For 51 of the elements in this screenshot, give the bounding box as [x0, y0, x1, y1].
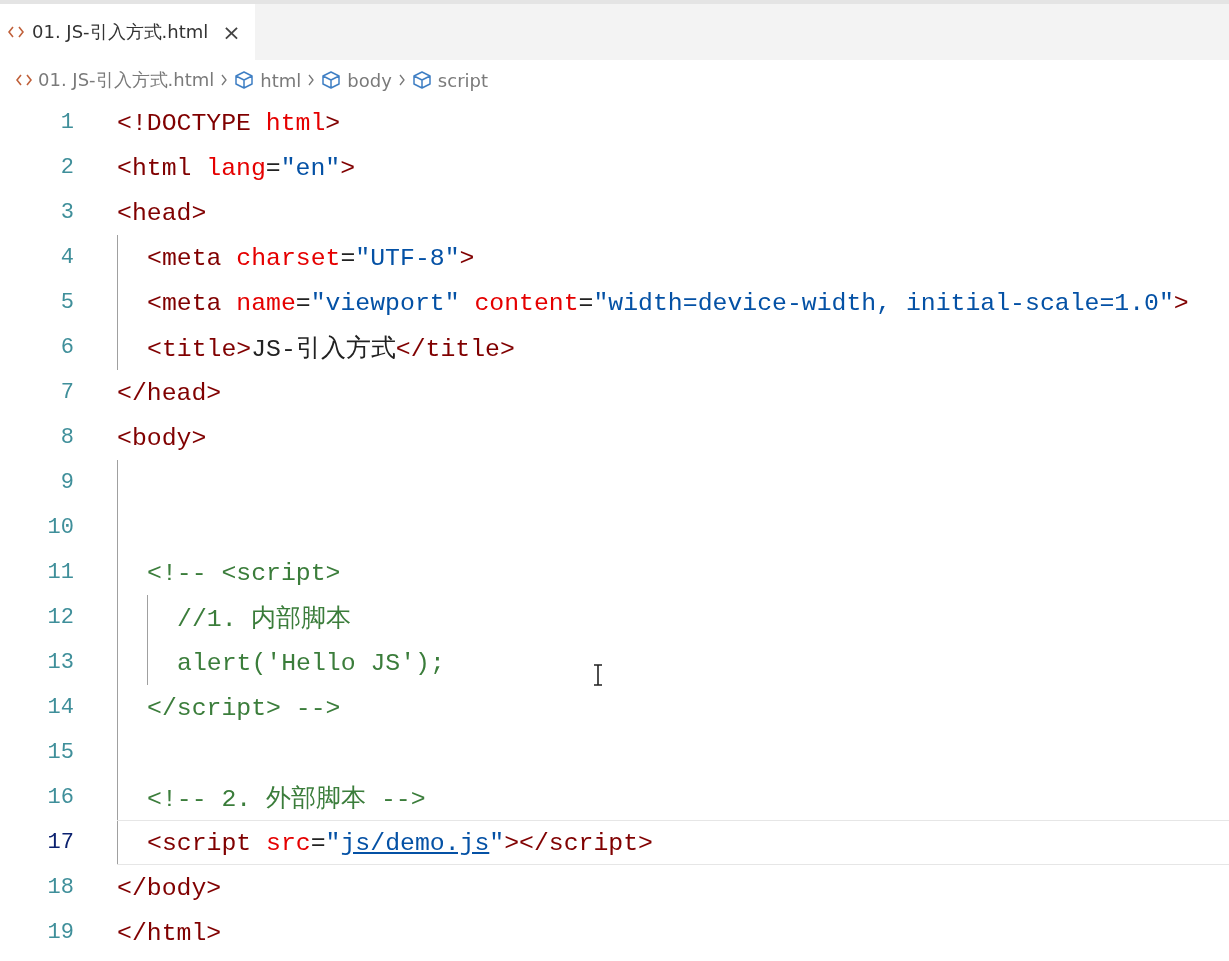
line-number: 13: [46, 650, 74, 675]
tab-label: 01. JS-引入方式.html: [32, 20, 209, 44]
cube-icon: [321, 70, 342, 90]
line-number: 16: [46, 785, 74, 810]
line-number: 1: [59, 110, 74, 135]
code-line: <!-- 2. 外部脚本 -->: [147, 784, 426, 814]
code-line: <body>: [117, 423, 207, 452]
code-line: </html>: [117, 918, 222, 947]
code-line: </body>: [117, 873, 222, 902]
line-number: 9: [59, 470, 74, 495]
chevron-icon: [220, 74, 229, 86]
code-line: </script> -->: [147, 693, 341, 722]
cube-icon: [234, 70, 255, 90]
code-line: alert('Hello JS');: [177, 648, 445, 677]
code-brackets-icon: [8, 26, 24, 38]
line-number: 15: [46, 740, 74, 765]
code-line: <!-- <script>: [147, 558, 341, 587]
cube-icon: [411, 70, 432, 90]
line-number: 11: [46, 560, 74, 585]
code-line: <meta charset="UTF-8">: [147, 243, 475, 272]
breadcrumb-item[interactable]: html: [234, 69, 302, 91]
code-line: <html lang="en">: [117, 153, 356, 182]
code-line: <!DOCTYPE html>: [117, 108, 341, 137]
line-number: 17: [46, 830, 74, 855]
line-number: 19: [46, 920, 74, 945]
line-number: 6: [59, 335, 74, 360]
chevron-icon: [307, 74, 316, 86]
line-number: 5: [59, 290, 74, 315]
editor-tab[interactable]: 01. JS-引入方式.html ×: [0, 4, 255, 60]
code-line: //1. 内部脚本: [177, 604, 352, 634]
chevron-icon: [397, 74, 406, 86]
code-line: </head>: [117, 378, 222, 407]
breadcrumb-item[interactable]: body: [321, 69, 392, 91]
line-number: 18: [46, 875, 74, 900]
code-line: <title>JS-引入方式</title>: [147, 334, 515, 364]
line-number: 14: [46, 695, 74, 720]
breadcrumb-item[interactable]: script: [411, 69, 489, 91]
breadcrumb-item[interactable]: 01. JS-引入方式.html: [16, 68, 215, 92]
code-line: <head>: [117, 198, 207, 227]
line-number: 2: [59, 155, 74, 180]
text-cursor-icon: [592, 664, 604, 686]
close-icon[interactable]: ×: [222, 19, 241, 45]
line-number: 4: [59, 245, 74, 270]
code-line: <script src="js/demo.js"></script>: [147, 828, 653, 857]
line-number: 8: [59, 425, 74, 450]
code-line: <meta name="viewport" content="width=device-width, initial-scale=1.0">: [147, 288, 1189, 317]
line-number: 12: [46, 605, 74, 630]
line-number: 10: [46, 515, 74, 540]
line-number: 7: [59, 380, 74, 405]
line-number: 3: [59, 200, 74, 225]
code-brackets-icon: [16, 74, 32, 86]
